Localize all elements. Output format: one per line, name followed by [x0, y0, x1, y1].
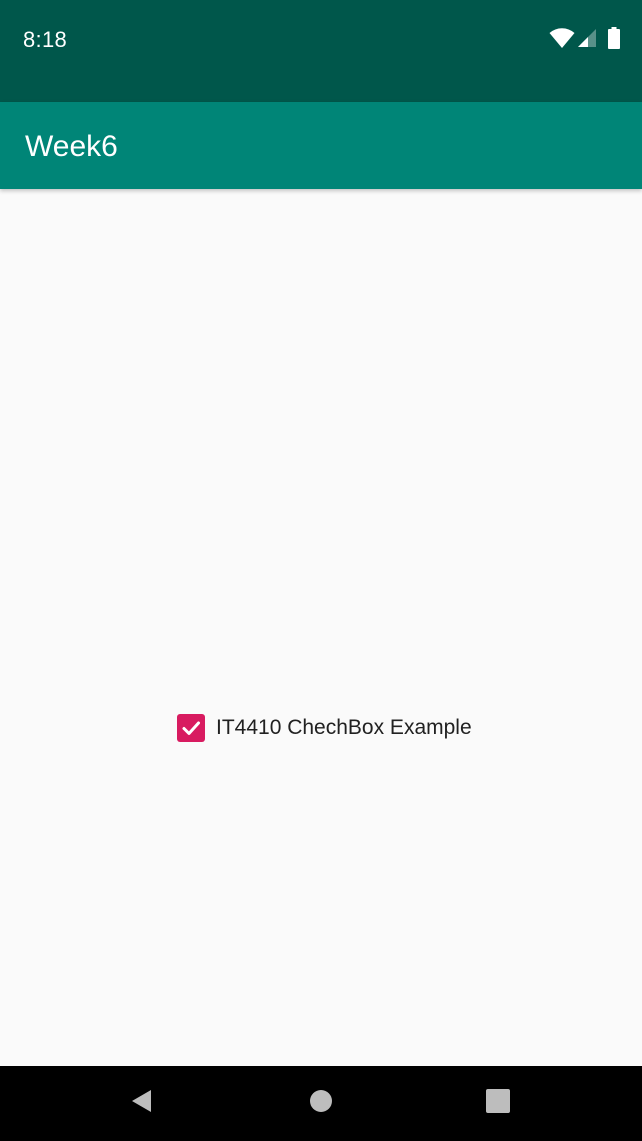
- app-bar: Week6: [0, 102, 642, 189]
- battery-icon: [608, 27, 620, 49]
- status-bar: 8:18: [0, 0, 642, 102]
- back-button[interactable]: [92, 1066, 192, 1141]
- wifi-icon: [549, 28, 575, 48]
- app-title: Week6: [25, 130, 118, 163]
- checkbox-checked-icon[interactable]: [177, 714, 205, 742]
- cell-signal-icon: [577, 28, 597, 48]
- recents-icon: [486, 1089, 510, 1118]
- example-checkbox[interactable]: IT4410 ChechBox Example: [171, 708, 472, 748]
- back-icon: [129, 1088, 155, 1119]
- status-icons: [549, 27, 620, 49]
- status-time: 8:18: [23, 27, 68, 52]
- navigation-bar: [0, 1066, 642, 1141]
- recents-button[interactable]: [448, 1066, 548, 1141]
- home-icon: [309, 1089, 333, 1118]
- home-button[interactable]: [271, 1066, 371, 1141]
- checkbox-label[interactable]: IT4410 ChechBox Example: [216, 716, 472, 740]
- main-content: IT4410 ChechBox Example: [0, 189, 642, 1066]
